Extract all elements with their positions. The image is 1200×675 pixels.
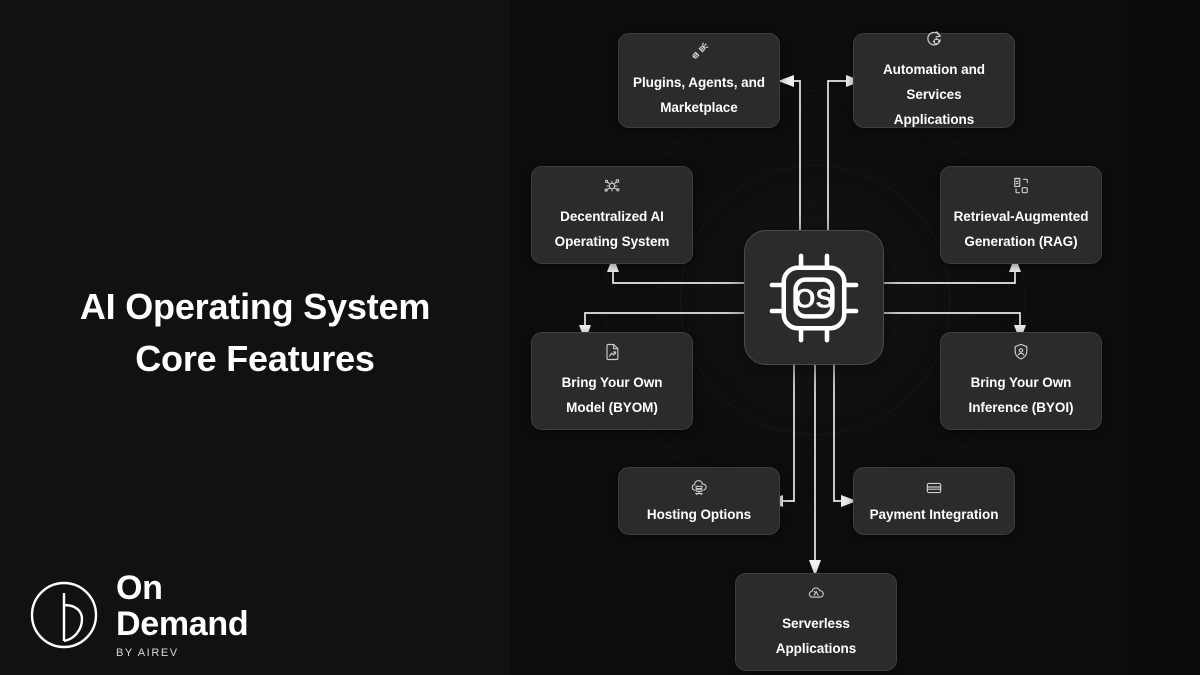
page-title: AI Operating System Core Features [0,281,510,385]
card-plugins-agents-marketplace[interactable]: Plugins, Agents, and Marketplace [618,33,780,128]
card-automation-services-applications[interactable]: Automation and Services Applications [853,31,1015,128]
card-retrieval-augmented-generation[interactable]: Retrieval-Augmented Generation (RAG) [940,166,1102,264]
card-label-line-2: Marketplace [660,99,738,115]
network-nodes-icon [601,176,623,196]
card-bring-your-own-inference[interactable]: Bring Your Own Inference (BYOI) [940,332,1102,430]
logo-word-on: On [116,569,163,607]
card-label-line-1: Bring Your Own [970,375,1072,390]
cloud-server-icon [688,478,710,498]
file-chart-icon [601,342,623,362]
card-label-line-2: Applications [775,641,857,656]
card-payment-integration[interactable]: Payment Integration [853,467,1015,535]
card-serverless-applications[interactable]: Serverless Applications [735,573,897,671]
card-label-line-2: Generation (RAG) [964,234,1078,249]
card-label-line-1: Serverless [782,616,850,631]
card-hosting-options[interactable]: Hosting Options [618,467,780,535]
logo-word-demand: Demand [116,605,249,643]
card-label-line-2: Operating System [554,234,670,249]
card-label-line-2: Inference (BYOI) [968,400,1074,415]
card-label-line-1: Plugins, Agents, and [632,74,765,90]
card-label-line-1: Automation and [882,62,986,77]
logo-tagline: BY AIREV [116,647,179,659]
card-label-line-2: Model (BYOM) [566,400,658,415]
card-bring-your-own-model[interactable]: Bring Your Own Model (BYOM) [531,332,693,430]
plug-connect-icon [688,42,710,62]
hub-label: OS [794,283,833,313]
hub-node-os[interactable]: OS [744,230,884,365]
title-line-2: Core Features [135,338,375,379]
slide-canvas: AI Operating System Core Features On Dem… [0,0,1200,675]
circle-d-logo-icon [28,579,100,651]
card-label-line-1: Retrieval-Augmented [953,209,1089,224]
card-label-line-1: Decentralized AI [560,209,664,224]
title-line-1: AI Operating System [79,286,431,327]
brand-logo: On Demand BY AIREV [28,569,249,659]
card-label-line-2: Services Applications [893,87,975,127]
shield-user-icon [1010,342,1032,362]
credit-card-icon [923,478,945,498]
card-label-line-1: Hosting Options [646,507,752,522]
cloud-lambda-icon [805,583,827,603]
cpu-chip-icon: OS [769,253,859,342]
refresh-gear-icon [923,29,945,49]
card-label-line-1: Bring Your Own [561,375,663,390]
card-decentralized-ai-operating-system[interactable]: Decentralized AI Operating System [531,166,693,264]
panel-right-edge [1130,0,1200,675]
document-scan-icon [1010,176,1032,196]
diagram-panel: OS Plugins, Agents, and Marketplace Auto… [510,0,1130,675]
card-label-line-1: Payment Integration [869,507,999,522]
